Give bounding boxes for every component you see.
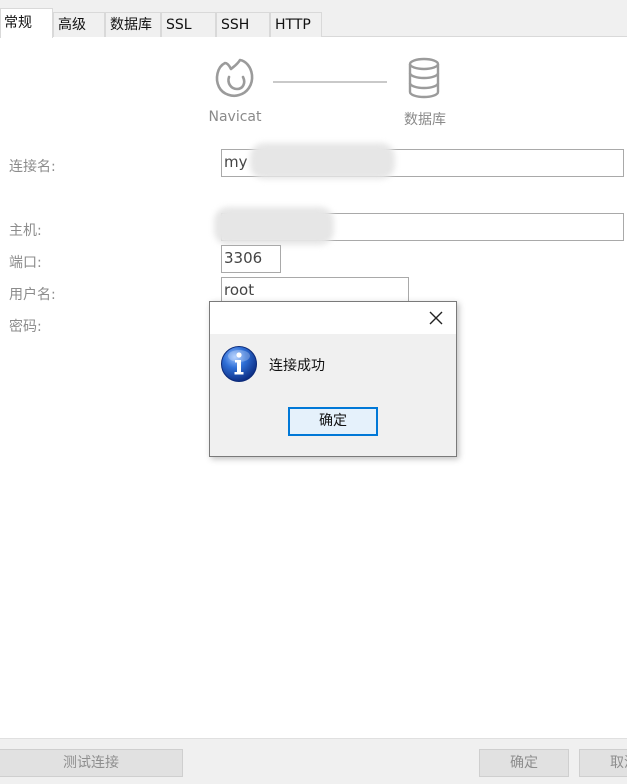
- tab-general[interactable]: 常规: [0, 8, 53, 38]
- tab-ssh[interactable]: SSH: [216, 12, 270, 37]
- navicat-logo-icon: [215, 58, 254, 98]
- connection-name-label: 连接名:: [9, 159, 56, 175]
- database-label: 数据库: [404, 112, 446, 128]
- redaction-blur: [214, 207, 334, 245]
- message-dialog: 连接成功 确定: [209, 301, 457, 457]
- cancel-button[interactable]: 取消: [579, 749, 627, 777]
- tab-ssl[interactable]: SSL: [161, 12, 216, 37]
- tab-bar: 常规 高级 数据库 SSL SSH HTTP: [0, 0, 627, 38]
- test-connection-button[interactable]: 测试连接: [0, 749, 183, 777]
- redaction-blur: [250, 143, 395, 179]
- close-icon[interactable]: [426, 308, 446, 328]
- tab-databases[interactable]: 数据库: [105, 12, 161, 37]
- connection-window: 常规 高级 数据库 SSL SSH HTTP Navicat 数据库 连接名: …: [0, 0, 627, 784]
- info-icon: [221, 346, 257, 382]
- host-label: 主机:: [9, 223, 42, 239]
- dialog-ok-button[interactable]: 确定: [288, 407, 378, 436]
- navicat-label: Navicat: [208, 109, 262, 125]
- footer-bar: 测试连接 确定 取消: [0, 738, 627, 784]
- dialog-message: 连接成功: [269, 358, 325, 374]
- port-input[interactable]: 3306: [221, 245, 281, 273]
- password-label: 密码:: [9, 319, 42, 335]
- tab-http[interactable]: HTTP: [270, 12, 322, 37]
- username-label: 用户名:: [9, 287, 56, 303]
- port-label: 端口:: [9, 255, 42, 271]
- database-icon: [408, 57, 440, 99]
- tab-advanced[interactable]: 高级: [53, 12, 105, 37]
- connection-line: [273, 81, 387, 83]
- dialog-titlebar: [210, 302, 456, 334]
- ok-button[interactable]: 确定: [479, 749, 569, 777]
